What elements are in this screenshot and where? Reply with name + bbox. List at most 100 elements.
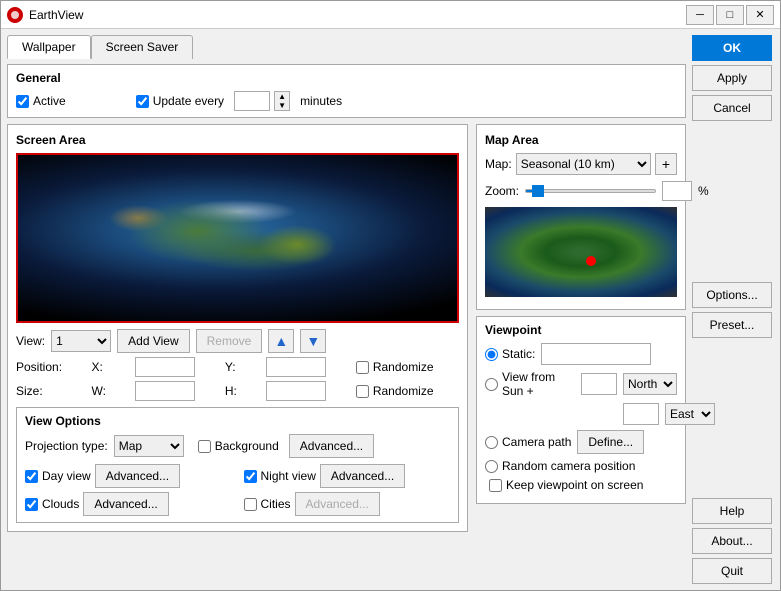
update-checkbox[interactable] bbox=[136, 95, 149, 108]
random-camera-radio-label[interactable]: Random camera position bbox=[485, 459, 635, 473]
help-button[interactable]: Help bbox=[692, 498, 772, 524]
map-location-dot bbox=[586, 256, 596, 266]
camera-path-radio-label[interactable]: Camera path bbox=[485, 435, 571, 449]
spinner-arrows: ▲ ▼ bbox=[274, 91, 290, 111]
zoom-value-input[interactable]: 1 bbox=[662, 181, 692, 201]
h-input[interactable]: 1080 bbox=[266, 381, 326, 401]
clouds-checkbox-label[interactable]: Clouds bbox=[25, 497, 79, 511]
update-spinner: 10 ▲ ▼ bbox=[234, 91, 290, 111]
y-label: Y: bbox=[225, 360, 262, 374]
tab-wallpaper[interactable]: Wallpaper bbox=[7, 35, 91, 59]
camera-path-radio[interactable] bbox=[485, 436, 498, 449]
screen-preview: 1 bbox=[16, 153, 459, 323]
update-checkbox-label[interactable]: Update every bbox=[136, 94, 224, 108]
zoom-label: Zoom: bbox=[485, 184, 519, 198]
spinner-down[interactable]: ▼ bbox=[275, 101, 289, 110]
background-checkbox[interactable] bbox=[198, 440, 211, 453]
projection-select[interactable]: Map Globe Flat bbox=[114, 435, 184, 457]
right-panel: Map Area Map: Seasonal (10 km) Daily (50… bbox=[476, 124, 686, 532]
randomize2-checkbox[interactable] bbox=[356, 385, 369, 398]
background-advanced-button[interactable]: Advanced... bbox=[289, 434, 374, 458]
y-input[interactable]: 0 bbox=[266, 357, 326, 377]
randomize1-checkbox[interactable] bbox=[356, 361, 369, 374]
active-checkbox[interactable] bbox=[16, 95, 29, 108]
cities-advanced-button[interactable]: Advanced... bbox=[295, 492, 380, 516]
sun-angle1-input[interactable]: 0° bbox=[581, 373, 617, 395]
main-window: EarthView ─ □ ✕ Wallpaper Screen Saver G… bbox=[0, 0, 781, 591]
active-checkbox-label[interactable]: Active bbox=[16, 94, 66, 108]
spacer2 bbox=[692, 342, 774, 495]
randomize2-label[interactable]: Randomize bbox=[356, 384, 459, 398]
sun-angle2-input[interactable]: 0° bbox=[623, 403, 659, 425]
x-input[interactable]: 0 bbox=[135, 357, 195, 377]
random-camera-row: Random camera position bbox=[485, 459, 677, 473]
view-options-wrapper: View Options Projection type: Map Globe … bbox=[16, 407, 459, 523]
clouds-checkbox[interactable] bbox=[25, 498, 38, 511]
randomize1-label[interactable]: Randomize bbox=[356, 360, 459, 374]
view-from-sun-radio-label[interactable]: View from Sun + bbox=[485, 370, 575, 398]
minutes-label: minutes bbox=[300, 94, 342, 108]
w-input[interactable]: 1920 bbox=[135, 381, 195, 401]
background-label[interactable]: Background bbox=[198, 439, 279, 453]
map-preview[interactable] bbox=[485, 207, 677, 297]
h-label: H: bbox=[225, 384, 262, 398]
viewpoint-title: Viewpoint bbox=[485, 323, 677, 337]
remove-button[interactable]: Remove bbox=[196, 329, 263, 353]
map-area-panel: Map Area Map: Seasonal (10 km) Daily (50… bbox=[476, 124, 686, 310]
update-value-input[interactable]: 10 bbox=[234, 91, 270, 111]
quit-button[interactable]: Quit bbox=[692, 558, 772, 584]
nightview-checkbox[interactable] bbox=[244, 470, 257, 483]
tab-screensaver[interactable]: Screen Saver bbox=[91, 35, 194, 59]
keep-viewpoint-label[interactable]: Keep viewpoint on screen bbox=[489, 478, 643, 492]
static-row: Static: 0.00° N 0.00° E bbox=[485, 343, 677, 365]
cancel-button[interactable]: Cancel bbox=[692, 95, 772, 121]
static-value-input[interactable]: 0.00° N 0.00° E bbox=[541, 343, 651, 365]
close-button[interactable]: ✕ bbox=[746, 5, 774, 25]
active-label: Active bbox=[33, 94, 66, 108]
viewpoint-section: Viewpoint Static: 0.00° N 0.00° E bbox=[476, 316, 686, 504]
nightview-row: Night view Advanced... bbox=[244, 464, 451, 488]
dayview-checkbox-label[interactable]: Day view bbox=[25, 469, 91, 483]
view-controls: View: 1 Add View Remove ▲ ▼ bbox=[16, 329, 459, 353]
define-button[interactable]: Define... bbox=[577, 430, 644, 454]
clouds-advanced-button[interactable]: Advanced... bbox=[83, 492, 168, 516]
view-select[interactable]: 1 bbox=[51, 330, 111, 352]
ok-button[interactable]: OK bbox=[692, 35, 772, 61]
side-buttons: OK Apply Cancel Options... Preset... Hel… bbox=[692, 35, 774, 584]
nightview-checkbox-label[interactable]: Night view bbox=[244, 469, 316, 483]
spinner-up[interactable]: ▲ bbox=[275, 92, 289, 101]
view-from-sun-radio[interactable] bbox=[485, 378, 498, 391]
zoom-slider[interactable] bbox=[525, 189, 656, 193]
view-options-title: View Options bbox=[25, 414, 450, 428]
preset-button[interactable]: Preset... bbox=[692, 312, 772, 338]
move-up-button[interactable]: ▲ bbox=[268, 329, 294, 353]
add-view-button[interactable]: Add View bbox=[117, 329, 189, 353]
view-options-section: View Options Projection type: Map Globe … bbox=[16, 407, 459, 523]
dayview-checkbox[interactable] bbox=[25, 470, 38, 483]
app-icon bbox=[7, 7, 23, 23]
view-options-grid: Day view Advanced... Night view bbox=[25, 464, 450, 516]
options-button[interactable]: Options... bbox=[692, 282, 772, 308]
cities-checkbox-label[interactable]: Cities bbox=[244, 497, 291, 511]
sun-dir1-select[interactable]: North South bbox=[623, 373, 677, 395]
window-title: EarthView bbox=[29, 8, 686, 22]
content-area: Wallpaper Screen Saver General Active Up… bbox=[1, 29, 780, 590]
minimize-button[interactable]: ─ bbox=[686, 5, 714, 25]
map-select[interactable]: Seasonal (10 km) Daily (500 m) Monthly (… bbox=[516, 153, 651, 175]
random-camera-radio[interactable] bbox=[485, 460, 498, 473]
camera-path-row: Camera path Define... bbox=[485, 430, 677, 454]
cities-checkbox[interactable] bbox=[244, 498, 257, 511]
map-add-button[interactable]: + bbox=[655, 153, 677, 175]
move-down-button[interactable]: ▼ bbox=[300, 329, 326, 353]
keep-viewpoint-checkbox[interactable] bbox=[489, 479, 502, 492]
size-label: Size: bbox=[16, 384, 88, 398]
projection-label: Projection type: bbox=[25, 439, 108, 453]
static-radio-label[interactable]: Static: bbox=[485, 347, 535, 361]
about-button[interactable]: About... bbox=[692, 528, 772, 554]
dayview-advanced-button[interactable]: Advanced... bbox=[95, 464, 180, 488]
spacer1 bbox=[692, 125, 774, 278]
nightview-advanced-button[interactable]: Advanced... bbox=[320, 464, 405, 488]
static-radio[interactable] bbox=[485, 348, 498, 361]
maximize-button[interactable]: □ bbox=[716, 5, 744, 25]
apply-button[interactable]: Apply bbox=[692, 65, 772, 91]
